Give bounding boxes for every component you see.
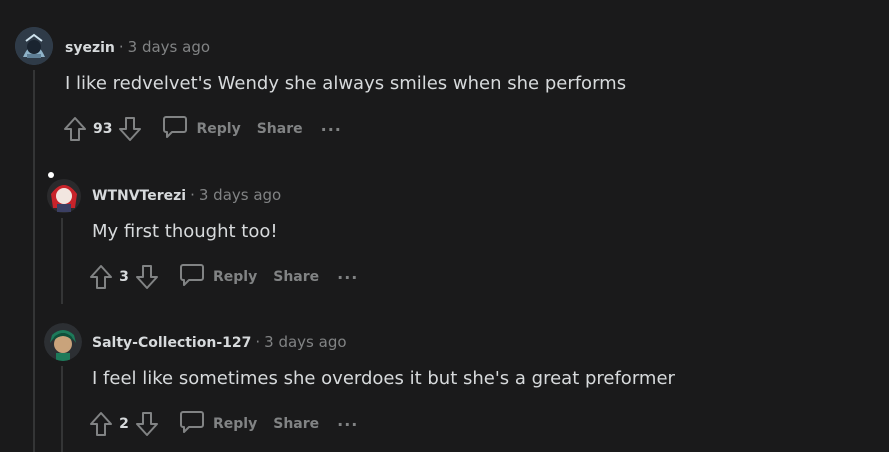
author-link[interactable]: syezin [65,40,115,56]
comment-bubble-icon [179,410,213,438]
comment-actions: 93 Reply Share ··· [63,114,342,144]
comment-bubble-icon [162,115,196,143]
avatar[interactable] [43,172,81,214]
meta-separator: · [255,333,261,351]
timestamp[interactable]: 3 days ago [128,38,210,56]
vote-score: 3 [119,269,129,285]
meta-separator: · [190,186,195,204]
author-link[interactable]: Salty-Collection-127 [92,335,251,351]
thread-line-reply-1[interactable] [61,218,63,304]
reply-button[interactable]: Reply [162,115,241,143]
reply-label: Reply [213,416,258,432]
vote-score: 2 [119,416,129,432]
vote-group: 3 [89,264,159,290]
downvote-icon[interactable] [118,116,142,142]
more-options-icon[interactable]: ··· [321,120,342,139]
more-options-icon[interactable]: ··· [337,268,358,287]
comment-meta: Salty-Collection-127 · 3 days ago [92,333,347,351]
avatar[interactable] [15,27,53,65]
share-button[interactable]: Share [273,269,319,285]
share-button[interactable]: Share [257,121,303,137]
comment-actions: 3 Reply Share ··· [89,262,358,292]
reply-label: Reply [196,121,241,137]
comment-body: My first thought too! [92,221,278,242]
comment-meta: syezin · 3 days ago [65,38,210,56]
share-button[interactable]: Share [273,416,319,432]
author-link[interactable]: WTNVTerezi [92,188,186,204]
thread-line-root[interactable] [33,70,35,452]
upvote-icon[interactable] [89,411,113,437]
comment-actions: 2 Reply Share ··· [89,409,358,439]
comment-meta: WTNVTerezi · 3 days ago [92,186,281,204]
thread-line-reply-2[interactable] [61,366,63,452]
reply-button[interactable]: Reply [179,263,257,291]
more-options-icon[interactable]: ··· [337,415,358,434]
timestamp[interactable]: 3 days ago [264,333,346,351]
meta-separator: · [118,38,124,56]
timestamp[interactable]: 3 days ago [199,186,281,204]
reply-button[interactable]: Reply [179,410,257,438]
downvote-icon[interactable] [135,411,159,437]
comment-body: I like redvelvet's Wendy she always smil… [65,73,627,94]
vote-group: 93 [63,116,142,142]
vote-score: 93 [93,121,113,137]
comment-body: I feel like sometimes she overdoes it bu… [92,368,675,389]
reply-label: Reply [213,269,258,285]
upvote-icon[interactable] [89,264,113,290]
downvote-icon[interactable] [135,264,159,290]
vote-group: 2 [89,411,159,437]
upvote-icon[interactable] [63,116,87,142]
comment-bubble-icon [179,263,213,291]
avatar[interactable] [44,323,82,361]
